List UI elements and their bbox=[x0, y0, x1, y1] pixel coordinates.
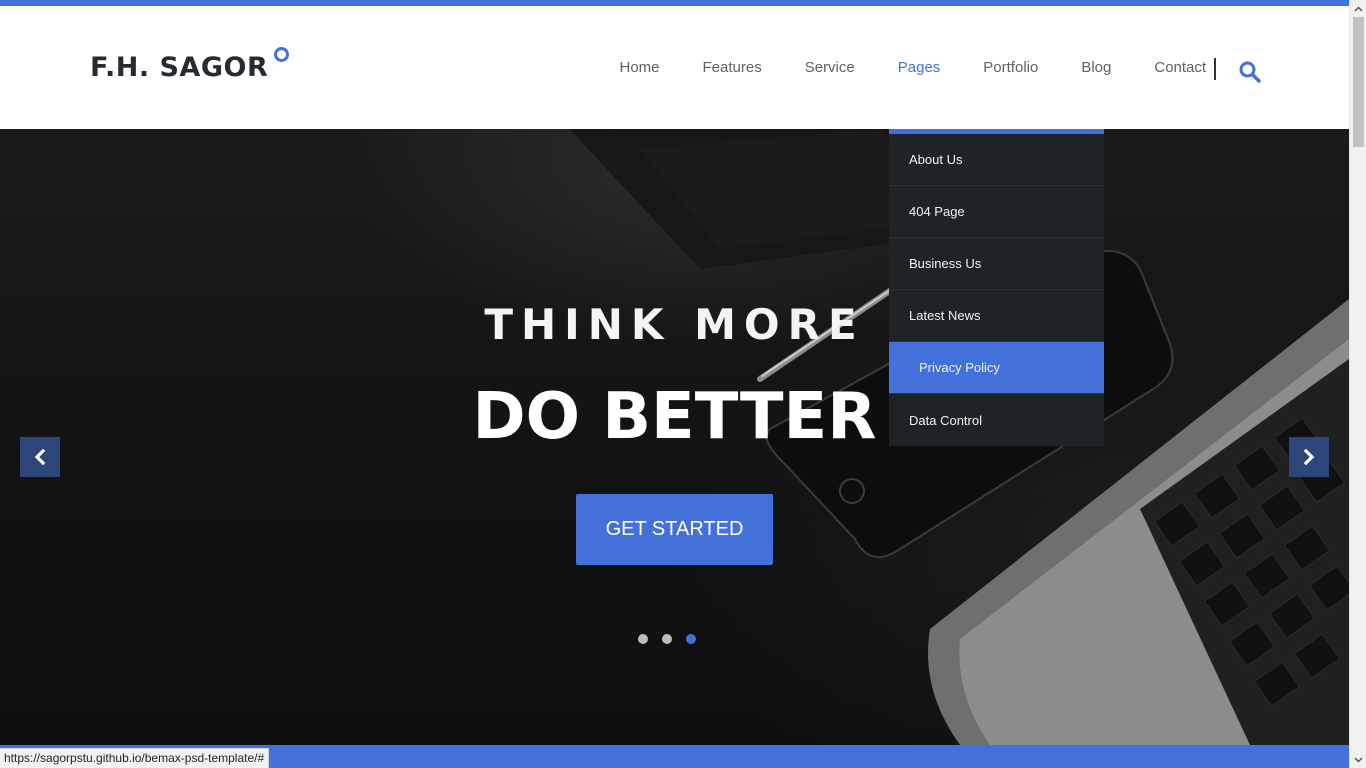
slider-dot-1[interactable] bbox=[638, 634, 648, 644]
hero-slider: THINK MORE DO BETTER GET STARTED bbox=[0, 129, 1349, 745]
slider-dots bbox=[638, 634, 696, 644]
dropdown-item-404-page[interactable]: 404 Page bbox=[889, 186, 1104, 238]
slider-prev-button[interactable] bbox=[20, 437, 60, 477]
nav-item-features[interactable]: Features bbox=[681, 56, 783, 80]
main-nav: Home Features Service Pages Portfolio Bl… bbox=[598, 56, 1228, 80]
slider-dot-3[interactable] bbox=[686, 634, 696, 644]
pages-dropdown-menu: About Us 404 Page Business Us Latest New… bbox=[889, 129, 1104, 446]
chevron-left-icon bbox=[34, 449, 46, 465]
site-header: F.H. SAGOR Home Features Service Pages P… bbox=[0, 6, 1349, 129]
nav-item-pages[interactable]: Pages bbox=[876, 56, 962, 80]
nav-item-blog[interactable]: Blog bbox=[1060, 56, 1133, 80]
hero-title-line1: THINK MORE bbox=[484, 300, 865, 349]
page-scrollbar[interactable] bbox=[1349, 0, 1366, 768]
dropdown-item-latest-news[interactable]: Latest News bbox=[889, 290, 1104, 342]
scrollbar-thumb[interactable] bbox=[1353, 17, 1364, 147]
nav-item-home[interactable]: Home bbox=[598, 56, 681, 80]
nav-item-portfolio[interactable]: Portfolio bbox=[962, 56, 1060, 80]
site-logo[interactable]: F.H. SAGOR bbox=[90, 47, 290, 88]
nav-item-service[interactable]: Service bbox=[783, 56, 876, 80]
hero-title-line2: DO BETTER bbox=[472, 380, 877, 454]
get-started-button[interactable]: GET STARTED bbox=[576, 494, 773, 565]
chevron-right-icon bbox=[1303, 449, 1315, 465]
slider-next-button[interactable] bbox=[1289, 437, 1329, 477]
dropdown-item-about-us[interactable]: About Us bbox=[889, 134, 1104, 186]
scroll-up-icon[interactable] bbox=[1350, 0, 1366, 17]
dropdown-item-privacy-policy[interactable]: Privacy Policy bbox=[889, 342, 1104, 394]
logo-ring-icon bbox=[274, 47, 290, 62]
status-bar-url: https://sagorpstu.github.io/bemax-psd-te… bbox=[0, 748, 270, 768]
dropdown-item-data-control[interactable]: Data Control bbox=[889, 394, 1104, 446]
slider-dot-2[interactable] bbox=[662, 634, 672, 644]
search-icon[interactable] bbox=[1238, 60, 1262, 84]
dropdown-item-business-us[interactable]: Business Us bbox=[889, 238, 1104, 290]
nav-divider bbox=[1214, 58, 1216, 80]
scroll-down-icon[interactable] bbox=[1350, 751, 1366, 768]
logo-text: F.H. SAGOR bbox=[90, 52, 269, 83]
